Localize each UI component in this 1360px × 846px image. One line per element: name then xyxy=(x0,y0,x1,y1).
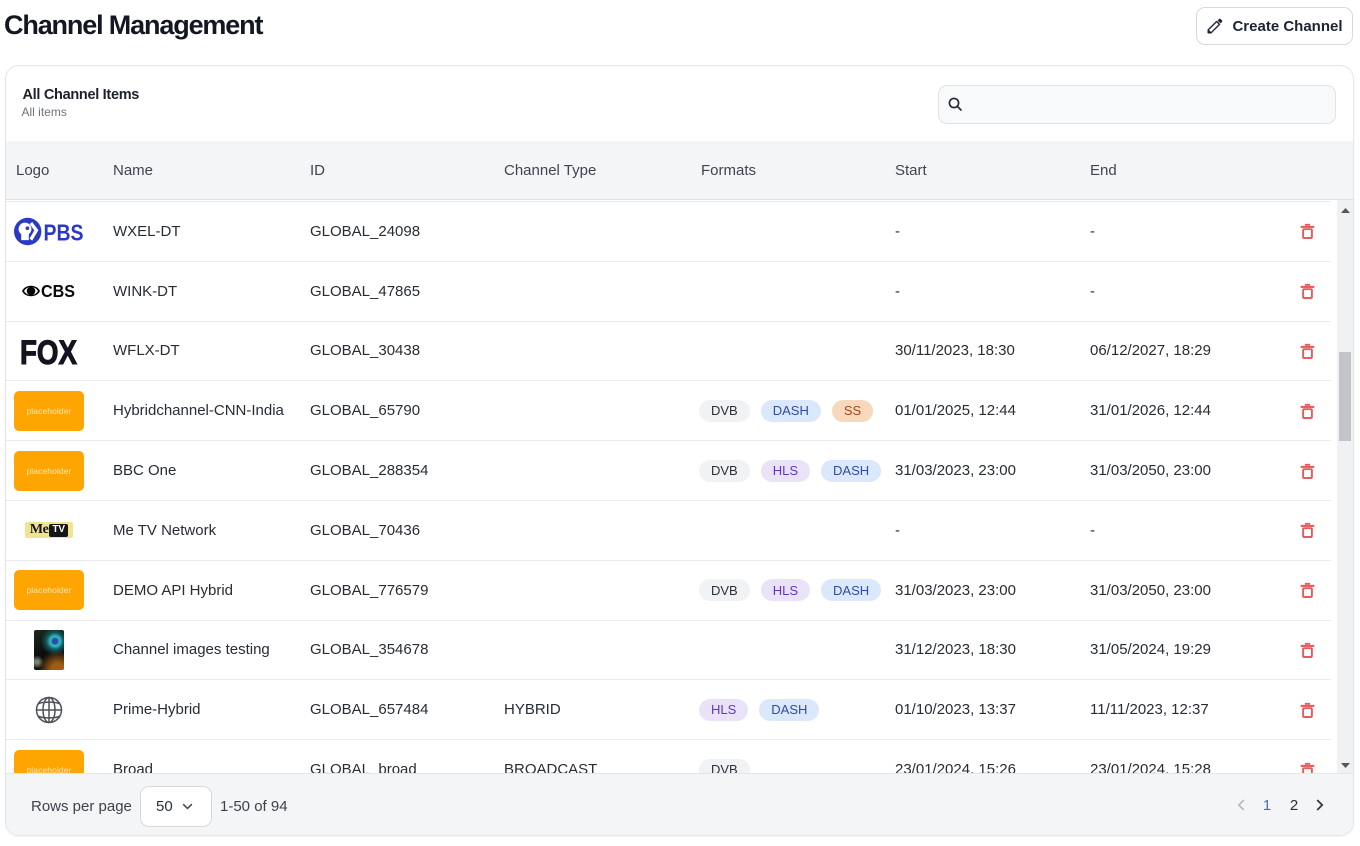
svg-text:FOX: FOX xyxy=(20,337,77,365)
svg-text:CBS: CBS xyxy=(41,282,75,300)
svg-text:PBS: PBS xyxy=(44,219,84,245)
